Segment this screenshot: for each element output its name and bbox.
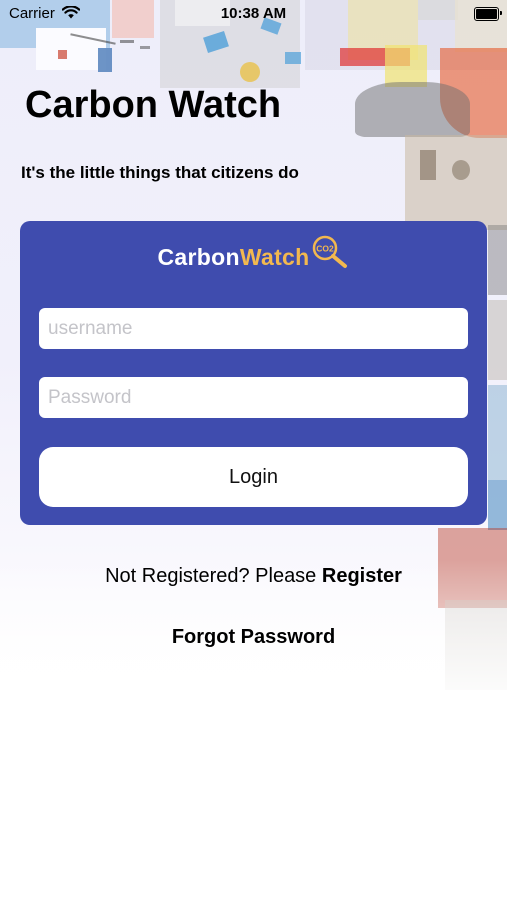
logo-part-watch: Watch bbox=[239, 243, 310, 270]
logo-wordmark: CarbonWatch bbox=[158, 244, 310, 271]
status-bar: Carrier 10:38 AM bbox=[0, 0, 507, 28]
logo-co2-text: CO2 bbox=[317, 243, 335, 253]
tagline: It's the little things that citizens do bbox=[21, 163, 299, 182]
password-input[interactable] bbox=[39, 377, 468, 418]
logo-part-carbon: Carbon bbox=[157, 243, 240, 270]
carbon-watch-logo: CarbonWatch CO2 bbox=[0, 235, 507, 277]
battery-icon bbox=[474, 7, 502, 21]
register-prompt-line: Not Registered? Please Register bbox=[0, 565, 507, 588]
username-input[interactable] bbox=[39, 308, 468, 349]
clock-time: 10:38 AM bbox=[220, 5, 287, 22]
app-title: Carbon Watch bbox=[25, 84, 282, 126]
login-button[interactable]: Login bbox=[39, 447, 468, 507]
register-link[interactable]: Register bbox=[322, 565, 402, 587]
magnifier-co2-icon: CO2 bbox=[311, 235, 349, 274]
register-prompt-text: Not Registered? Please bbox=[105, 565, 322, 587]
forgot-password-link[interactable]: Forgot Password bbox=[0, 626, 507, 649]
